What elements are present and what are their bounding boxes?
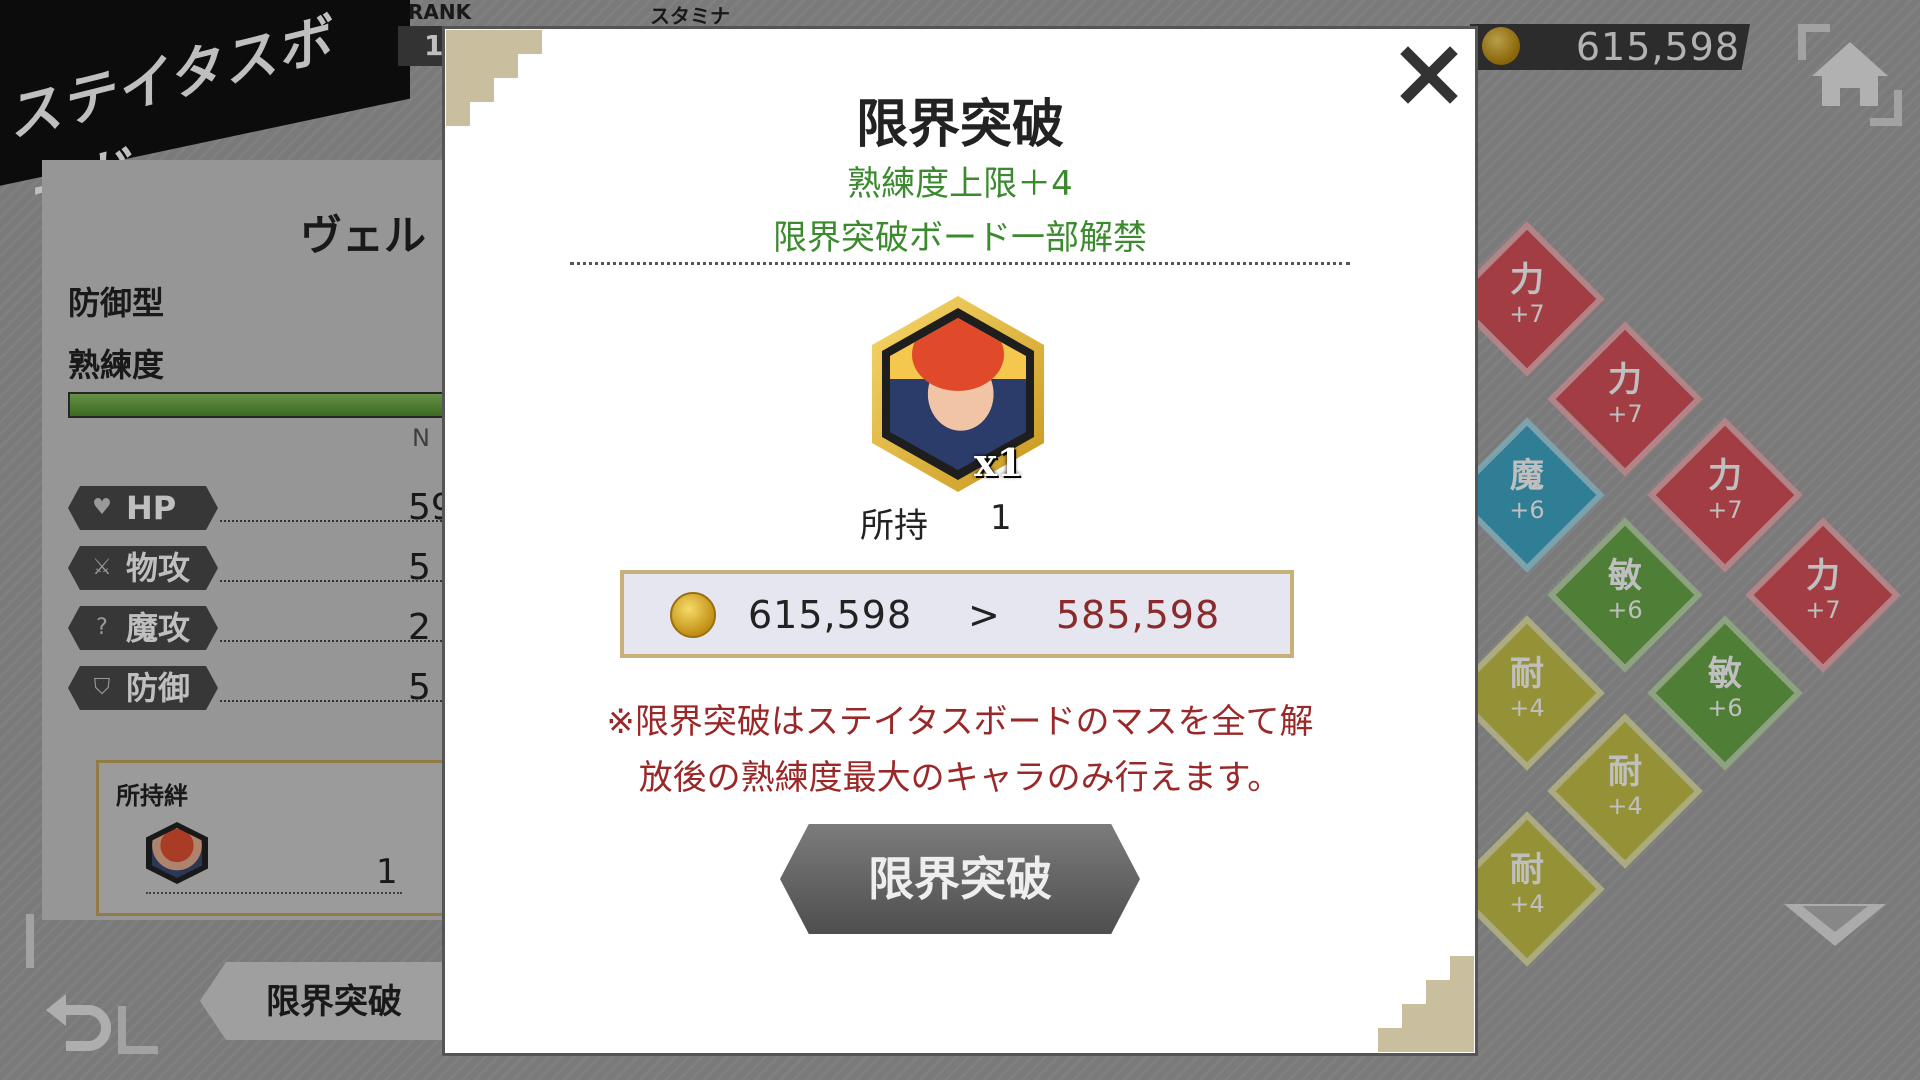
cost-current: 615,598 [748,593,913,637]
limit-break-confirm-label[interactable]: 限界突破 [780,824,1140,934]
cost-after: 585,598 [1056,593,1221,637]
notice-line-2: 放後の熟練度最大のキャラのみ行えます。 [638,758,1282,798]
owned-label: 所持 [860,506,928,546]
effect-proficiency-cap: 熟練度上限＋4 [847,164,1073,204]
effect-board-unlock: 限界突破ボード一部解禁 [773,218,1147,258]
dialog-title: 限界突破 [855,95,1064,155]
cost-arrow: > [968,593,1000,637]
coin-icon [670,592,716,638]
divider [570,262,1350,265]
notice-line-1: ※限界突破はステイタスボードのマスを全て解 [606,702,1314,742]
owned-value: 1 [990,498,1012,538]
bond-item-quantity: x1 [974,440,1024,485]
corner-ornament [1374,952,1474,1052]
